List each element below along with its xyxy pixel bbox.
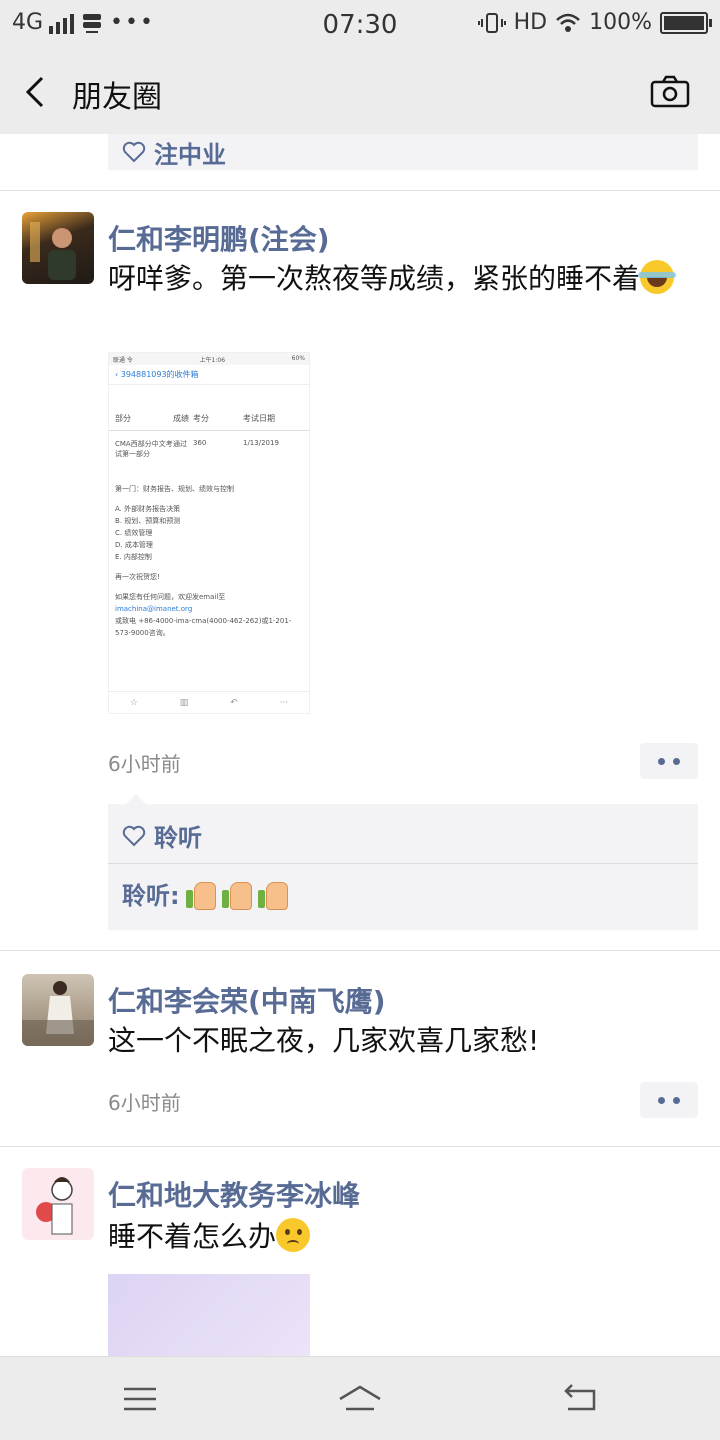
post-divider [0,1146,720,1147]
image-header-cell: 部分 [115,414,131,423]
post-text: 睡不着怎么办 [108,1216,688,1258]
system-nav-bar [0,1356,720,1440]
image-mail-back: ‹ 394881093的收件箱 [109,365,309,385]
comment-row[interactable]: 聆听: [122,876,288,911]
image-line: C. 绩效管理 [115,529,153,537]
image-cell: 360 [193,439,207,447]
laughing-tears-emoji [638,260,677,294]
post-divider [0,190,720,191]
image-table-header: 部分 成绩 考分 考试日期 [109,413,309,431]
post-image[interactable]: 联通 令 上午1:06 60% ‹ 394881093的收件箱 部分 成绩 考分… [108,352,310,714]
reaction-row[interactable]: 聆听 [122,818,202,853]
reaction-label[interactable]: 聆听 [154,818,202,853]
back-chevron-icon[interactable] [20,74,50,110]
reply-icon: ↶ [230,697,238,708]
wifi-icon [556,13,580,32]
post-divider [0,950,720,951]
image-table-row: CMA西部分中文考试第一部分 通过 360 1/13/2019 [109,439,309,459]
like-separator [108,863,698,864]
post-author[interactable]: 仁和李会荣(中南飞鹰) [108,980,386,1020]
status-bar: 4G ••• 07:30 HD 100% [0,0,720,50]
post-author[interactable]: 仁和李明鹏(注会) [108,218,330,258]
camera-icon[interactable] [650,74,690,110]
image-status-right: 60% [291,355,305,362]
image-line: 如果您有任何问题，欢迎发email至 [115,593,226,601]
image-cell: 1/13/2019 [243,439,279,447]
battery-percent: 100% [589,10,652,35]
post-image[interactable] [108,1274,310,1356]
menu-icon[interactable] [120,1379,160,1419]
image-cell: 通过 [173,440,187,448]
image-toolbar: ☆ ▥ ↶ ··· [109,691,309,713]
comment-menu-button[interactable] [640,743,698,779]
nav-bar: 朋友圈 [0,50,720,134]
return-icon[interactable] [560,1379,600,1419]
image-header-cell: 考分 [193,414,209,423]
avatar[interactable] [22,974,94,1046]
avatar-person-icon [36,1177,73,1235]
heart-icon [122,141,146,163]
thumbs-up-icon [220,878,252,910]
avatar-person-icon [30,222,76,280]
like-panel: 聆听 聆听: [108,794,698,930]
moments-feed[interactable]: 注中业 仁和李明鹏(注会) 呀咩爹。第一次熬夜等成绩，紧张的睡不着 联通 令 上… [0,134,720,1356]
post-time: 6小时前 [108,1091,181,1115]
image-body: 第一门：财务报告、规划、绩效与控制 A. 外部财务报告决策 B. 规划、预算和预… [109,483,309,639]
previous-like-row[interactable]: 注中业 [108,134,698,170]
image-header-cell: 考试日期 [243,414,275,423]
commenter-name[interactable]: 聆听: [122,876,180,911]
status-right: HD 100% [477,10,712,35]
sad-face-emoji [276,1218,311,1252]
image-status-time: 上午1:06 [199,357,226,364]
image-line: 再一次祝贺您! [115,573,160,581]
vibrate-icon [477,12,506,33]
home-icon[interactable] [336,1379,384,1419]
trash-icon: ▥ [179,697,189,708]
post-time: 6小时前 [108,752,181,776]
image-cell: CMA西部分中文考试第一部分 [115,440,173,458]
image-line: 第一门：财务报告、规划、绩效与控制 [115,485,234,493]
thumbs-up-icon [184,878,216,910]
image-line: B. 规划、预算和预测 [115,517,181,525]
image-header-cell: 成绩 [173,414,189,423]
previous-like-text: 注中业 [154,140,226,169]
battery-icon [660,11,712,34]
hd-label: HD [513,10,548,35]
image-line: E. 内部控制 [115,553,152,561]
image-status-bar: 联通 令 上午1:06 60% [109,353,309,365]
post-author[interactable]: 仁和地大教务李冰峰 [108,1174,360,1214]
post-text: 呀咩爹。第一次熬夜等成绩，紧张的睡不着 [108,258,688,300]
avatar[interactable] [22,212,94,284]
comment-menu-button[interactable] [640,1082,698,1118]
more-icon: ··· [279,697,289,708]
page-title: 朋友圈 [72,80,162,115]
heart-icon [122,825,146,846]
image-line: D. 成本管理 [115,541,153,549]
image-line: A. 外部财务报告决策 [115,505,181,513]
avatar-person-icon [22,981,94,1046]
star-icon: ☆ [129,697,138,708]
image-status-left: 联通 令 [113,357,133,364]
post-text-content: 呀咩爹。第一次熬夜等成绩，紧张的睡不着 [108,262,641,295]
thumbs-up-icon [256,878,288,910]
like-panel-arrow [126,794,146,804]
post-text-content: 睡不着怎么办 [108,1220,277,1253]
image-email: imachina@imanet.org [115,605,193,613]
image-back-label: 394881093的收件箱 [120,370,199,379]
avatar[interactable] [22,1168,94,1240]
post-text: 这一个不眠之夜，几家欢喜几家愁! [108,1024,540,1057]
image-contact: 或致电 +86-4000-ima-cma(4000-462-262)或1-201… [115,617,292,637]
